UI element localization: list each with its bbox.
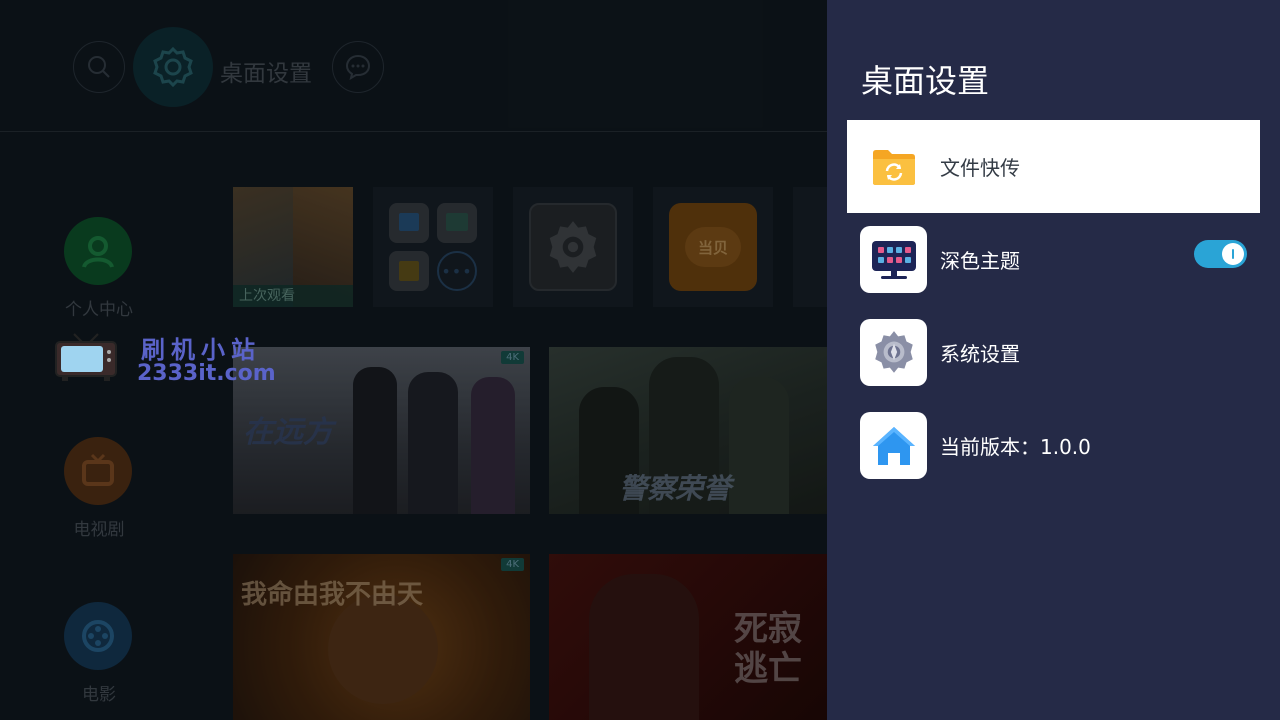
launcher-background: 桌面设置 个人中心 电视剧 电影 上次观看 ••• 当贝 在远方 4K 警察荣誉… (0, 0, 827, 720)
dark-theme-toggle[interactable] (1194, 240, 1247, 268)
tv-logo (52, 332, 122, 382)
screen: 桌面设置 个人中心 电视剧 电影 上次观看 ••• 当贝 在远方 4K 警察荣誉… (0, 0, 1280, 720)
version-label: 当前版本：1.0.0 (940, 435, 1091, 459)
toggle-knob (1222, 243, 1244, 265)
desktop-settings-panel: 桌面设置 文件快传 深色主题 系统设置 当前版本：1.0.0 (827, 0, 1280, 720)
system-settings-item[interactable]: 系统设置 (847, 306, 1260, 399)
file-transfer-item[interactable]: 文件快传 (847, 120, 1260, 213)
gear-icon (860, 319, 927, 386)
dim-overlay (0, 0, 827, 720)
panel-title: 桌面设置 (861, 62, 990, 100)
watermark-title: 刷机小站 (141, 336, 261, 364)
version-item[interactable]: 当前版本：1.0.0 (847, 399, 1260, 492)
file-transfer-label: 文件快传 (940, 156, 1020, 180)
home-icon (860, 412, 927, 479)
dark-theme-icon (860, 226, 927, 293)
dark-theme-item[interactable]: 深色主题 (847, 213, 1260, 306)
dark-theme-label: 深色主题 (940, 249, 1020, 273)
system-settings-label: 系统设置 (940, 342, 1020, 366)
folder-transfer-icon (860, 133, 927, 200)
watermark-url: 2333it.com (137, 361, 276, 386)
